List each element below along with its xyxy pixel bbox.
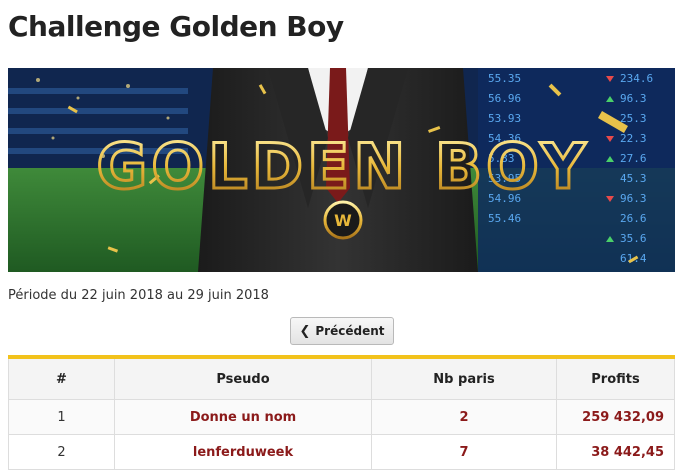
rank-cell: 2 bbox=[8, 434, 115, 470]
page-title: Challenge Golden Boy bbox=[8, 10, 344, 43]
golden-boy-banner: 55.35 56.96 53.93 54.36 5.33 53.95 54.96… bbox=[8, 68, 675, 272]
ticker-right-5: 45.3 bbox=[620, 172, 647, 185]
table-header-row: # Pseudo Nb paris Profits bbox=[8, 357, 675, 400]
ticker-left-7: 55.46 bbox=[488, 212, 521, 225]
ticker-right-3: 22.3 bbox=[620, 132, 647, 145]
ticker-right-2: 25.3 bbox=[620, 112, 647, 125]
ranking-table: # Pseudo Nb paris Profits 1 Donne un nom… bbox=[8, 355, 675, 470]
ticker-left-0: 55.35 bbox=[488, 72, 521, 85]
header-bets[interactable]: Nb paris bbox=[371, 357, 557, 400]
previous-button-label: Précédent bbox=[315, 324, 385, 338]
ticker-right-0: 234.6 bbox=[620, 72, 653, 85]
header-profits[interactable]: Profits bbox=[556, 357, 675, 400]
header-rank[interactable]: # bbox=[8, 357, 115, 400]
bets-cell: 2 bbox=[371, 399, 557, 435]
ticker-left-2: 53.93 bbox=[488, 112, 521, 125]
rank-cell: 1 bbox=[8, 399, 115, 435]
bets-cell: 7 bbox=[371, 434, 557, 470]
profit-cell: 38 442,45 bbox=[556, 434, 675, 470]
ticker-right-1: 96.3 bbox=[620, 92, 647, 105]
banner-illustration: 55.35 56.96 53.93 54.36 5.33 53.95 54.96… bbox=[8, 68, 675, 272]
period-text: Période du 22 juin 2018 au 29 juin 2018 bbox=[8, 288, 269, 303]
pseudo-link[interactable]: Donne un nom bbox=[114, 399, 372, 435]
ticker-right-6: 96.3 bbox=[620, 192, 647, 205]
table-row: 1 Donne un nom 2 259 432,09 bbox=[8, 399, 675, 435]
header-pseudo[interactable]: Pseudo bbox=[114, 357, 372, 400]
ticker-right-7: 26.6 bbox=[620, 212, 647, 225]
pseudo-link[interactable]: lenferduweek bbox=[114, 434, 372, 470]
previous-button[interactable]: ❮ Précédent bbox=[290, 317, 394, 345]
logo-emblem-text: W bbox=[334, 211, 352, 230]
banner-logo-text: GOLDEN BOY bbox=[96, 130, 589, 203]
profit-cell: 259 432,09 bbox=[556, 399, 675, 435]
ticker-left-1: 56.96 bbox=[488, 92, 521, 105]
ticker-right-8: 35.6 bbox=[620, 232, 647, 245]
table-row: 2 lenferduweek 7 38 442,45 bbox=[8, 434, 675, 470]
ticker-right-4: 27.6 bbox=[620, 152, 647, 165]
chevron-left-icon: ❮ bbox=[299, 323, 311, 339]
